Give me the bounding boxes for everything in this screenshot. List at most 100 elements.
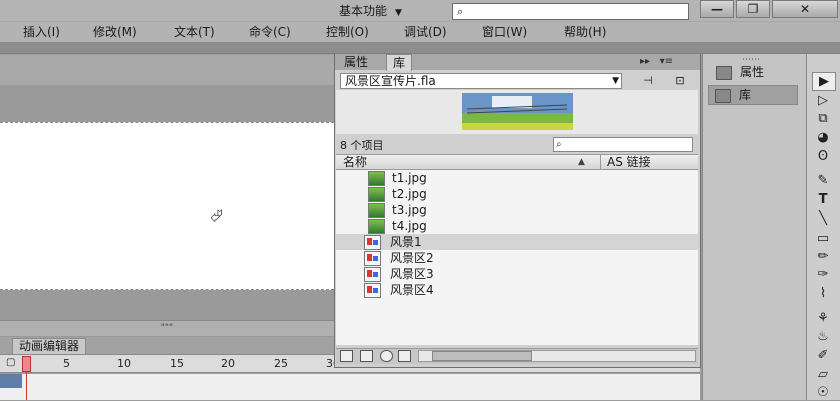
- symbol-icon: [364, 235, 381, 250]
- edit-bar: [0, 55, 334, 85]
- list-item[interactable]: t3.jpg: [336, 202, 698, 218]
- dock-library-button[interactable]: 库: [708, 85, 798, 105]
- eyedropper-tool-icon[interactable]: ✐: [812, 347, 834, 364]
- symbol-icon: [364, 251, 381, 266]
- tab-motion-editor[interactable]: 动画编辑器: [12, 338, 87, 354]
- bitmap-icon: [368, 171, 385, 186]
- text-tool-icon[interactable]: T: [812, 191, 834, 208]
- delete-icon[interactable]: [398, 350, 411, 362]
- list-item[interactable]: 风景区2: [336, 250, 698, 266]
- document-select[interactable]: 风景区宣传片.fla ▼: [340, 73, 622, 89]
- line-tool-icon[interactable]: ╲: [812, 210, 834, 227]
- menu-help[interactable]: 帮助(H): [564, 24, 606, 40]
- search-icon: ⌕: [457, 5, 464, 18]
- selection-tool-icon[interactable]: ▶: [812, 72, 836, 91]
- dock-properties-label: 属性: [740, 65, 765, 79]
- list-item[interactable]: t2.jpg: [336, 186, 698, 202]
- pin-library-icon[interactable]: ⊣: [640, 74, 656, 88]
- collapsed-panel-dock: [702, 54, 806, 400]
- menu-control[interactable]: 控制(O): [326, 24, 369, 40]
- playhead[interactable]: [22, 356, 31, 372]
- restore-icon: ❐: [747, 2, 759, 16]
- item-name: 风景区4: [390, 283, 434, 297]
- new-folder-icon[interactable]: [360, 350, 373, 362]
- menu-window[interactable]: 窗口(W): [482, 24, 527, 40]
- item-name: 风景区3: [390, 267, 434, 281]
- tab-properties[interactable]: 属性: [338, 54, 374, 70]
- mouse-cursor-icon: ⮰: [210, 206, 223, 225]
- layer-frames-row[interactable]: [0, 374, 700, 400]
- tab-library[interactable]: 库: [386, 54, 413, 71]
- bitmap-icon: [368, 187, 385, 202]
- list-item[interactable]: t4.jpg: [336, 218, 698, 234]
- brush-tool-icon[interactable]: ✑: [812, 266, 834, 283]
- menu-insert[interactable]: 插入(I): [23, 24, 60, 40]
- playhead-line: [26, 372, 27, 400]
- eraser-tool-icon[interactable]: ▱: [812, 366, 834, 383]
- bitmap-icon: [368, 219, 385, 234]
- item-name: t3.jpg: [392, 203, 427, 217]
- search-icon: ⌕: [556, 139, 562, 150]
- item-name: t2.jpg: [392, 187, 427, 201]
- new-library-panel-icon[interactable]: ⊡: [672, 74, 688, 88]
- item-name: 风景区2: [390, 251, 434, 265]
- chevron-down-icon: ▼: [612, 76, 619, 86]
- symbol-icon: [364, 267, 381, 282]
- dock-library-label: 库: [739, 88, 752, 102]
- 3d-rotation-tool-icon[interactable]: ◕: [812, 129, 834, 146]
- lasso-tool-icon[interactable]: ʘ: [812, 148, 834, 165]
- list-item[interactable]: t1.jpg: [336, 170, 698, 186]
- new-symbol-icon[interactable]: [340, 350, 353, 362]
- layer-icon[interactable]: [0, 374, 22, 388]
- pencil-tool-icon[interactable]: ✏: [812, 248, 834, 265]
- sort-arrow-icon[interactable]: ▲: [578, 155, 585, 169]
- list-item[interactable]: 风景区4: [336, 282, 698, 298]
- close-button[interactable]: ✕: [772, 0, 838, 18]
- properties-icon: [716, 65, 732, 80]
- list-item-selected[interactable]: 风景1: [336, 234, 698, 250]
- panel-menu-icon[interactable]: ▸▸ ▾≡: [640, 54, 673, 70]
- bitmap-icon: [368, 203, 385, 218]
- item-name: 风景1: [390, 235, 422, 249]
- list-item[interactable]: 风景区3: [336, 266, 698, 282]
- menu-text[interactable]: 文本(T): [174, 24, 215, 40]
- frame-label: 25: [274, 357, 288, 370]
- hand-tool-icon[interactable]: ☉: [812, 384, 834, 401]
- library-search-input[interactable]: ⌕: [553, 137, 693, 152]
- item-count: 8 个项目: [340, 139, 384, 152]
- restore-button[interactable]: ❐: [736, 0, 770, 18]
- column-name[interactable]: 名称: [343, 155, 367, 169]
- panel-resize-grip[interactable]: """: [0, 320, 334, 336]
- column-as-linkage[interactable]: AS 链接: [600, 155, 651, 169]
- preview-thumbnail: [462, 93, 573, 130]
- minimize-icon: —: [711, 2, 723, 16]
- minimize-button[interactable]: —: [700, 0, 734, 18]
- scrollbar-thumb[interactable]: [432, 351, 532, 361]
- stage-canvas[interactable]: [0, 122, 334, 290]
- symbol-icon: [364, 283, 381, 298]
- menu-debug[interactable]: 调试(D): [404, 24, 447, 40]
- properties-icon[interactable]: [380, 350, 393, 362]
- frame-label: 10: [117, 357, 131, 370]
- workspace-label: 基本功能: [339, 4, 388, 18]
- document-label: 风景区宣传片.fla: [345, 74, 436, 88]
- workspace-switcher[interactable]: 基本功能 ▼: [333, 1, 443, 21]
- frame-label: 15: [170, 357, 184, 370]
- close-icon: ✕: [799, 2, 811, 16]
- rectangle-tool-icon[interactable]: ▭: [812, 230, 834, 247]
- deco-tool-icon[interactable]: ⌇: [812, 285, 834, 302]
- help-search-input[interactable]: ⌕: [452, 3, 689, 20]
- menu-commands[interactable]: 命令(C): [249, 24, 291, 40]
- panel-collapse-strip: [0, 42, 840, 54]
- paint-bucket-tool-icon[interactable]: ♨: [812, 328, 834, 345]
- subselection-tool-icon[interactable]: ▷: [812, 92, 834, 109]
- pen-tool-icon[interactable]: ✎: [812, 172, 834, 189]
- free-transform-tool-icon[interactable]: ⧉: [812, 110, 834, 127]
- dock-properties-button[interactable]: 属性: [710, 62, 798, 82]
- menu-modify[interactable]: 修改(M): [93, 24, 137, 40]
- chevron-down-icon: ▼: [395, 8, 402, 18]
- frame-label: 20: [221, 357, 235, 370]
- menu-bar: 插入(I) 修改(M) 文本(T) 命令(C) 控制(O) 调试(D) 窗口(W…: [0, 22, 840, 42]
- bone-tool-icon[interactable]: ⚘: [812, 310, 834, 327]
- frame-label: 5: [63, 357, 70, 370]
